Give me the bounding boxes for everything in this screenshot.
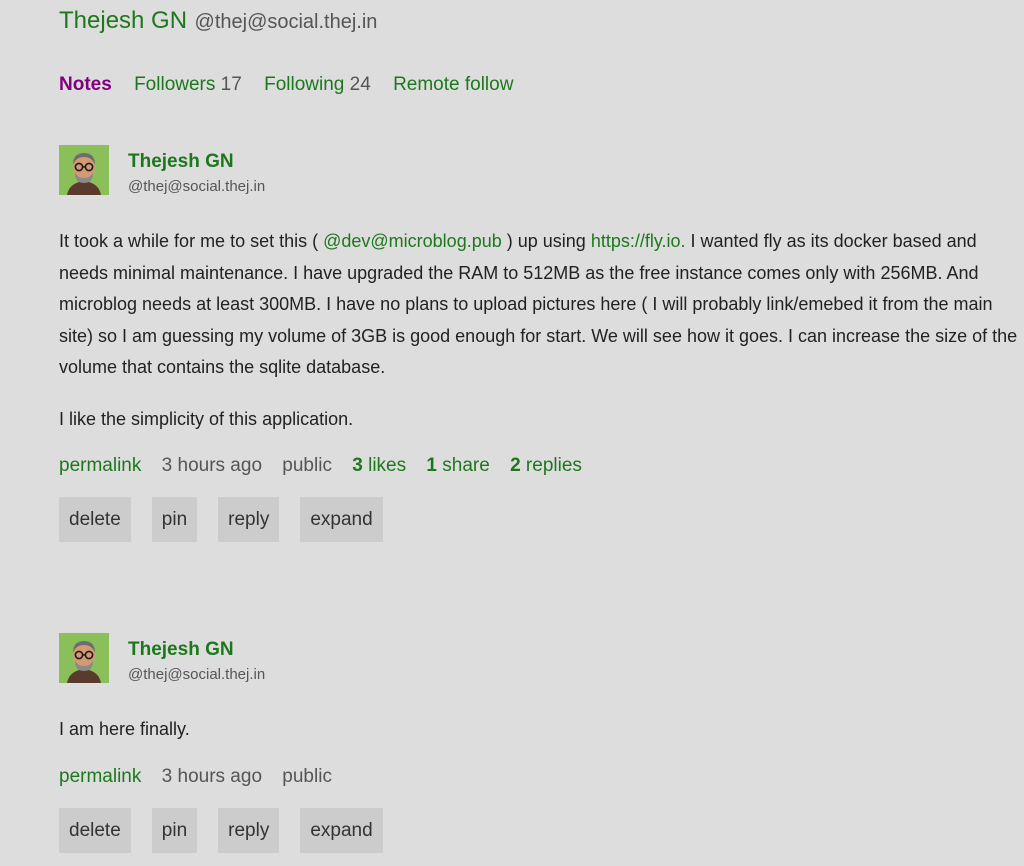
url-link[interactable]: https://fly.io. (591, 231, 686, 251)
note-visibility: public (282, 765, 332, 787)
likes-link[interactable]: 3 likes (352, 455, 406, 476)
nav-following-label: Following (264, 74, 345, 95)
profile-header: Thejesh GN @thej@social.thej.in (59, 7, 377, 35)
note: Thejesh GN @thej@social.thej.in It took … (59, 145, 1019, 542)
note-time: 3 hours ago (161, 455, 263, 476)
avatar[interactable] (59, 633, 109, 683)
pin-button[interactable]: pin (151, 807, 198, 853)
delete-button[interactable]: delete (59, 497, 131, 542)
author-handle: @thej@social.thej.in (128, 666, 266, 683)
followers-count: 17 (220, 74, 242, 95)
replies-label: replies (525, 455, 582, 476)
shares-link[interactable]: 1 share (426, 455, 489, 476)
shares-label: share (442, 455, 490, 476)
note-actions: delete pin reply expand (59, 497, 1019, 542)
reply-button[interactable]: reply (218, 497, 280, 542)
shares-count: 1 (426, 455, 437, 476)
author-handle: @thej@social.thej.in (128, 178, 266, 195)
expand-button[interactable]: expand (300, 807, 383, 853)
profile-name-link[interactable]: Thejesh GN (59, 7, 187, 34)
nav-remote-follow-label: Remote follow (393, 74, 514, 95)
mention-link[interactable]: @dev@microblog.pub (323, 231, 502, 251)
note-paragraph: I like the simplicity of this applicatio… (59, 408, 354, 429)
nav-following[interactable]: Following 24 (264, 74, 371, 95)
note-text: It took a while for me to set this ( (59, 231, 324, 251)
expand-button[interactable]: expand (300, 497, 383, 542)
note-text: I wanted fly as its docker based and nee… (59, 231, 1018, 377)
pin-button[interactable]: pin (151, 497, 198, 542)
author-name[interactable]: Thejesh GN (128, 639, 234, 661)
profile-nav: Notes Followers 17 Following 24 Remote f… (59, 74, 530, 96)
author-name[interactable]: Thejesh GN (128, 151, 234, 173)
note-time: 3 hours ago (161, 765, 263, 787)
note: Thejesh GN @thej@social.thej.in I am her… (59, 633, 1019, 853)
profile-handle: @thej@social.thej.in (194, 11, 378, 33)
permalink-link[interactable]: permalink (59, 766, 141, 787)
note-visibility: public (282, 455, 332, 476)
nav-followers[interactable]: Followers 17 (134, 74, 242, 95)
likes-label: likes (368, 455, 407, 476)
note-actions: delete pin reply expand (59, 807, 1019, 853)
note-text: ) up using (501, 231, 591, 251)
reply-button[interactable]: reply (218, 807, 280, 853)
nav-remote-follow[interactable]: Remote follow (393, 74, 513, 95)
likes-count: 3 (352, 455, 363, 476)
replies-link[interactable]: 2 replies (510, 455, 582, 476)
note-meta: permalink 3 hours ago public (59, 766, 1019, 790)
note-author: Thejesh GN @thej@social.thej.in (59, 145, 1019, 195)
replies-count: 2 (510, 455, 521, 476)
nav-notes[interactable]: Notes (59, 74, 112, 95)
note-author: Thejesh GN @thej@social.thej.in (59, 633, 1019, 683)
note-paragraph: It took a while for me to set this ( @de… (59, 226, 1019, 384)
delete-button[interactable]: delete (59, 807, 131, 853)
note-paragraph: I am here finally. (59, 719, 190, 739)
note-content: It took a while for me to set this ( @de… (59, 226, 1019, 435)
note-meta: permalink 3 hours ago public 3 likes 1 s… (59, 455, 1019, 479)
avatar[interactable] (59, 145, 109, 195)
nav-followers-label: Followers (134, 74, 216, 95)
following-count: 24 (349, 74, 371, 95)
nav-notes-label: Notes (59, 74, 112, 95)
permalink-link[interactable]: permalink (59, 455, 141, 476)
note-content: I am here finally. (59, 714, 1019, 746)
